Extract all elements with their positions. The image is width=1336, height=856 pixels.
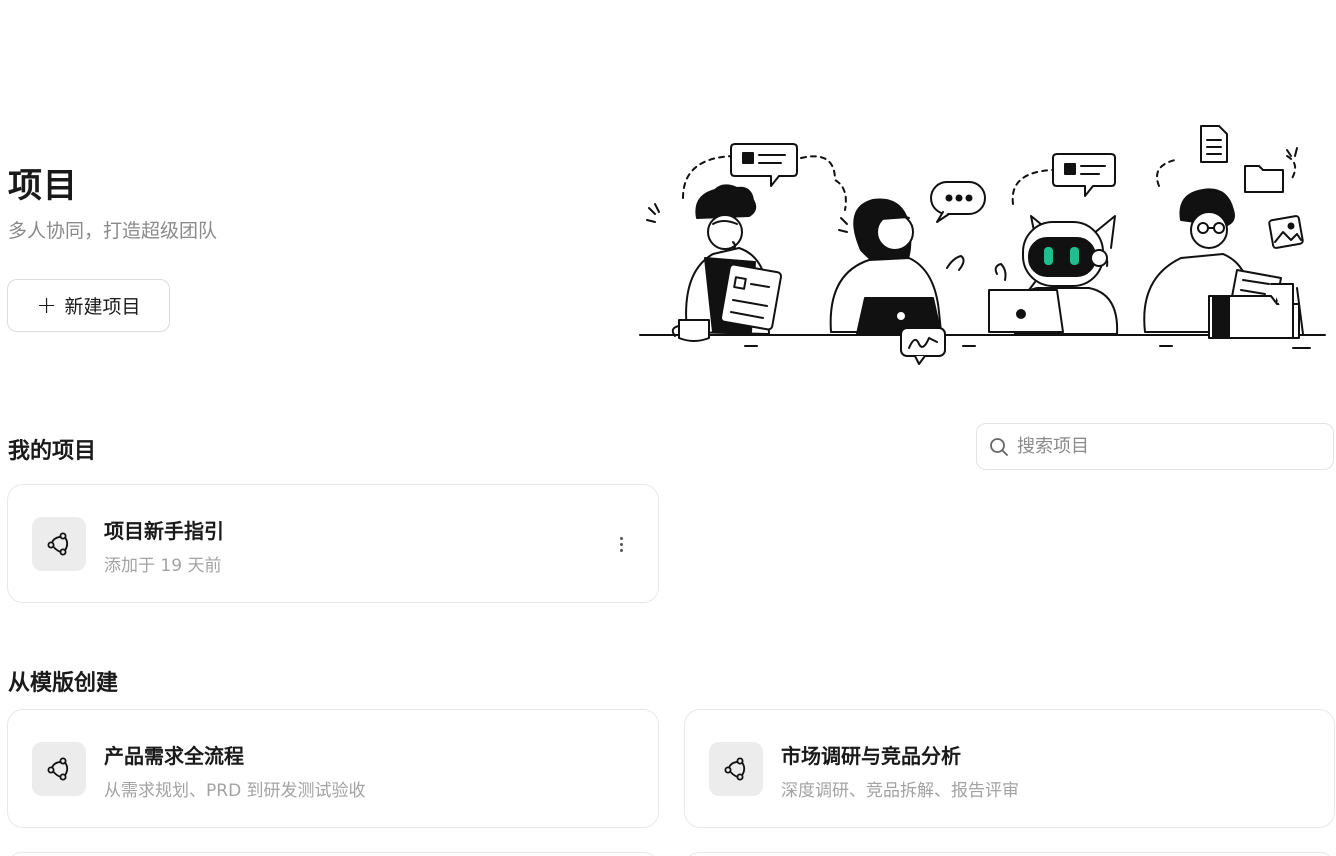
project-flow-icon [32, 742, 86, 796]
template-card-market-research[interactable]: 市场调研与竞品分析 深度调研、竞品拆解、报告评审 [684, 709, 1335, 828]
plus-icon: + [36, 290, 57, 319]
project-flow-icon [709, 742, 763, 796]
template-description: 从需求规划、PRD 到研发测试验收 [104, 781, 366, 801]
template-card-product-requirements[interactable]: 产品需求全流程 从需求规划、PRD 到研发测试验收 [7, 709, 659, 828]
project-added-time: 添加于 19 天前 [104, 556, 222, 576]
team-collaboration-illustration [639, 125, 1326, 365]
search-box[interactable] [976, 423, 1334, 470]
more-options-icon[interactable] [611, 531, 631, 557]
page-subtitle: 多人协同，打造超级团队 [8, 220, 218, 242]
template-title: 市场调研与竞品分析 [781, 744, 961, 768]
search-input[interactable] [1015, 435, 1319, 458]
template-title: 产品需求全流程 [104, 744, 244, 768]
my-projects-heading: 我的项目 [8, 439, 97, 464]
template-description: 深度调研、竞品拆解、报告评审 [781, 781, 1019, 801]
project-title: 项目新手指引 [104, 519, 224, 543]
new-project-label: 新建项目 [64, 296, 141, 318]
project-flow-icon [32, 517, 86, 571]
projects-page: 项目 多人协同，打造超级团队 + 新建项目 我的项目 搜索项目 项目新手指引 添… [0, 0, 1336, 856]
page-title: 项目 [8, 166, 78, 206]
search-icon [990, 437, 1008, 456]
new-project-button[interactable]: + 新建项目 [7, 279, 170, 332]
template-card-partial[interactable] [684, 852, 1335, 856]
template-card-partial[interactable] [7, 852, 659, 856]
project-card[interactable]: 项目新手指引 添加于 19 天前 [7, 484, 659, 603]
templates-heading: 从模版创建 [8, 671, 119, 696]
